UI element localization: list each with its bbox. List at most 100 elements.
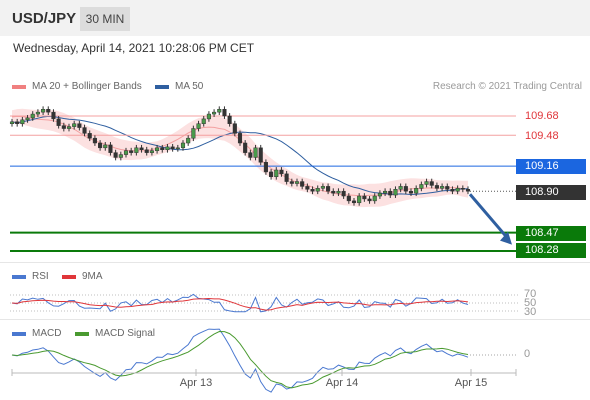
candle-body (320, 186, 325, 189)
candle-body (408, 190, 414, 194)
candle-body (222, 109, 227, 117)
candle-body (20, 119, 25, 124)
candle-body (66, 126, 72, 129)
legend-label-9ma: 9MA (82, 271, 103, 282)
candle-body (217, 109, 222, 113)
candle-body (450, 189, 455, 192)
candle-body (336, 190, 341, 194)
candle-body (46, 109, 51, 113)
macd-signal-line (11, 330, 469, 389)
candle-body (118, 154, 123, 158)
candle-body (77, 123, 82, 128)
legend-label-rsi: RSI (32, 271, 49, 282)
candle-body (92, 137, 97, 144)
candle-body (294, 181, 300, 184)
candle-body (331, 190, 336, 194)
candle-body (289, 181, 294, 184)
legend-swatch-rsi (12, 274, 26, 279)
rsi-9ma-line (11, 297, 469, 311)
candle-body (315, 188, 320, 192)
candle-body (460, 188, 465, 190)
candle-body (30, 113, 35, 119)
legend-macd-signal: MACD Signal (75, 328, 155, 339)
candle-body (144, 149, 149, 153)
candle-body (175, 147, 180, 150)
x-tick-apr14: Apr 14 (325, 377, 359, 389)
candle-body (165, 146, 170, 151)
candle-body (129, 150, 134, 153)
candle-body (424, 181, 429, 185)
rsi-panel-divider (0, 262, 590, 263)
legend-rsi-9ma: 9MA (62, 271, 103, 282)
candle-body (248, 152, 253, 158)
candle-body (227, 115, 232, 124)
candle-body (258, 147, 263, 163)
candle-body (139, 147, 144, 150)
target-1-price-tag: 108.47 (516, 226, 586, 241)
candle-body (160, 147, 165, 150)
candle-body (403, 186, 408, 192)
legend-label-macd: MACD (32, 328, 62, 339)
candle-body (186, 137, 191, 144)
candle-body (263, 162, 268, 173)
candle-body (388, 190, 393, 196)
candle-body (465, 189, 471, 192)
pivot-price-tag: 109.16 (516, 159, 586, 174)
target-2-price-tag: 108.28 (516, 243, 586, 258)
x-tick-apr13: Apr 13 (179, 377, 213, 389)
macd-zero-label: 0 (524, 348, 531, 360)
candle-body (191, 128, 196, 139)
candle-body (445, 186, 450, 190)
candle-body (300, 181, 305, 187)
candle-body (393, 189, 398, 196)
candle-body (51, 111, 56, 120)
candle-body (232, 123, 237, 134)
candle-body (25, 117, 30, 121)
legend-label-macd-signal: MACD Signal (95, 328, 156, 339)
candle-body (82, 127, 87, 134)
candle-body (367, 198, 372, 202)
candle-body (212, 111, 217, 115)
candle-body (155, 147, 160, 151)
legend-rsi: RSI (12, 271, 49, 282)
resistance-1-label: 109.68 (525, 110, 559, 122)
candle-body (305, 186, 310, 190)
candle-body (56, 118, 61, 126)
candle-body (326, 186, 331, 192)
candle-body (35, 111, 40, 115)
candle-body (15, 121, 20, 124)
candle-body (429, 181, 434, 186)
resistance-2-label: 109.48 (525, 130, 559, 142)
candle-body (434, 185, 439, 189)
candle-body (357, 195, 362, 204)
candle-body (274, 169, 279, 177)
candle-body (269, 171, 274, 178)
candle-body (41, 109, 46, 113)
candle-body (134, 147, 139, 153)
candle-body (377, 192, 382, 197)
candle-body (108, 144, 113, 153)
candle-body (170, 146, 175, 150)
price-chart (9, 106, 518, 393)
candle-body (206, 113, 211, 120)
candle-body (243, 142, 248, 153)
last-price-tag: 108.90 (516, 185, 586, 200)
candle-body (61, 125, 66, 129)
rsi-level-30: 30 (524, 306, 537, 318)
candle-body (419, 184, 424, 189)
candle-body (279, 169, 284, 175)
legend-swatch-macd (12, 331, 26, 336)
candle-body (383, 190, 388, 194)
candle-body (284, 173, 289, 182)
x-tick-apr15: Apr 15 (454, 377, 488, 389)
candle-body (372, 195, 377, 202)
candle-body (87, 133, 92, 139)
candle-body (98, 142, 103, 149)
candle-body (341, 190, 346, 197)
candle-body (113, 152, 118, 158)
candle-body (123, 150, 129, 155)
candle-body (351, 200, 357, 204)
candle-body (180, 142, 186, 149)
candle-body (346, 195, 351, 202)
candle-body (72, 123, 77, 127)
